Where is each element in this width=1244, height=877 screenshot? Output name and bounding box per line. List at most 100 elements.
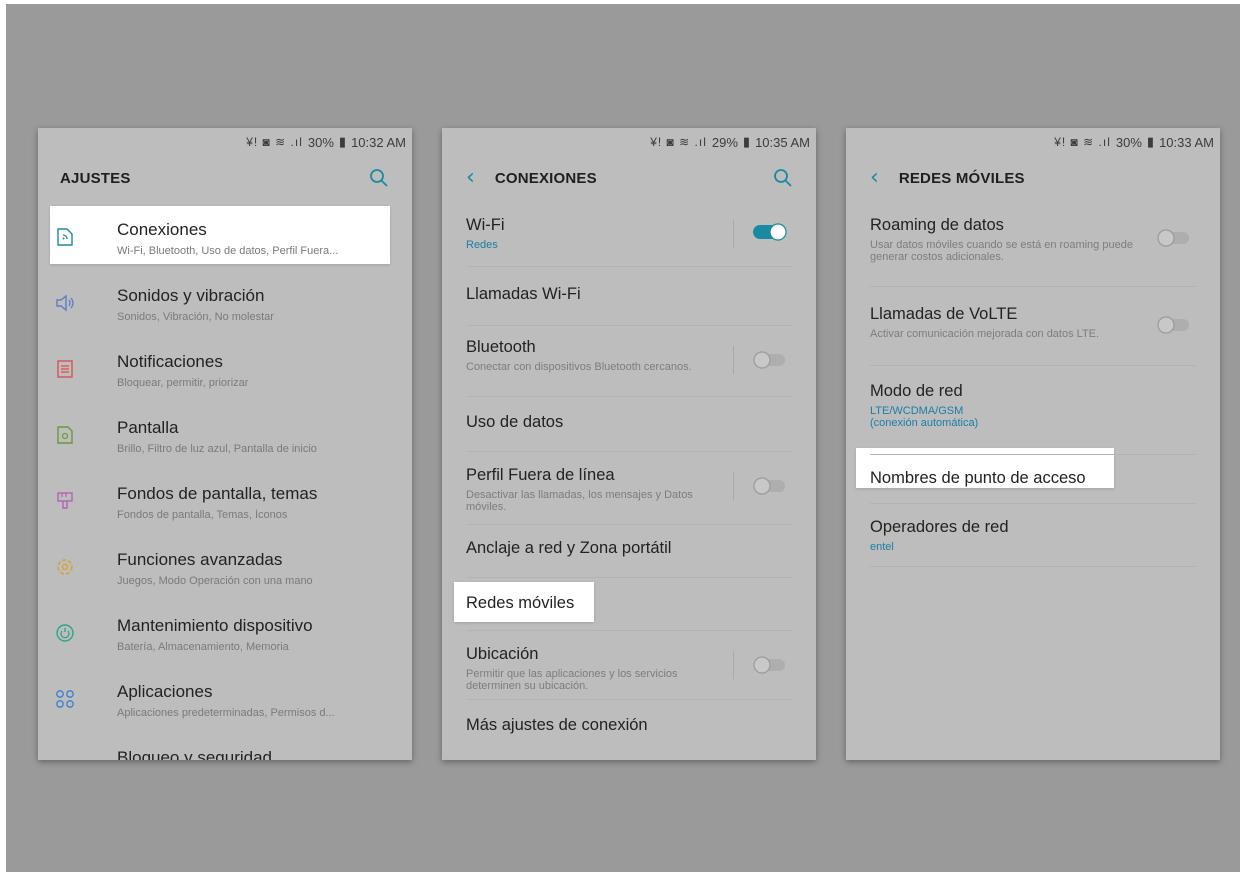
battery-percent: 29%	[711, 134, 738, 150]
status-icons: ¥! ◙ ≋ .ıl	[246, 135, 303, 149]
back-arrow-icon[interactable]: ‹	[466, 167, 475, 189]
item-title: Uso de datos	[466, 413, 564, 431]
item-value-detail: (conexión automática)	[870, 417, 979, 429]
item-title: Redes móviles	[466, 594, 575, 612]
item-title: Más ajustes de conexión	[466, 716, 648, 734]
display-icon	[57, 426, 73, 444]
item-description: Conectar con dispositivos Bluetooth cerc…	[466, 361, 692, 373]
lock-icon	[54, 754, 76, 760]
item-subtitle: Batería, Almacenamiento, Memoria	[117, 641, 289, 653]
advanced-features-icon	[57, 559, 73, 575]
item-subtitle: Sonidos, Vibración, No molestar	[117, 311, 274, 323]
app-bar: ‹ CONEXIONES	[442, 156, 816, 200]
list-item-operadores[interactable]: Operadores de red entel	[870, 504, 1196, 567]
list-item-uso-datos[interactable]: Uso de datos	[466, 397, 792, 452]
list-item-anclaje[interactable]: Anclaje a red y Zona portátil	[466, 525, 792, 578]
status-bar: ¥! ◙ ≋ .ıl 30% ▮ 10:33 AM	[846, 128, 1220, 156]
roaming-toggle[interactable]	[1156, 228, 1192, 248]
item-value: entel	[870, 541, 894, 553]
item-title: Modo de red	[870, 382, 963, 400]
settings-item-conexiones[interactable]: Conexiones Wi-Fi, Bluetooth, Uso de dato…	[38, 206, 412, 272]
page-title: CONEXIONES	[494, 169, 597, 187]
list-item-llamadas-wifi[interactable]: Llamadas Wi-Fi	[466, 267, 792, 326]
list-item-modo-red[interactable]: Modo de red LTE/WCDMA/GSM (conexión auto…	[870, 366, 1196, 455]
battery-percent: 30%	[307, 134, 334, 150]
connections-icon	[57, 228, 73, 246]
item-title: Roaming de datos	[870, 216, 1004, 234]
status-icons: ¥! ◙ ≋ .ıl	[1054, 135, 1111, 149]
back-arrow-icon[interactable]: ‹	[870, 167, 879, 189]
offline-profile-toggle[interactable]	[752, 476, 788, 496]
battery-icon: ▮	[338, 134, 347, 149]
item-title: Aplicaciones	[117, 682, 213, 701]
speaker-icon	[56, 294, 74, 312]
search-icon[interactable]	[368, 167, 390, 189]
divider	[733, 220, 734, 248]
item-title: Llamadas de VoLTE	[870, 305, 1018, 323]
divider	[733, 346, 734, 374]
item-title: Wi-Fi	[466, 216, 505, 234]
item-title: Bloqueo y seguridad	[117, 748, 273, 760]
list-item-redes-moviles[interactable]: Redes móviles	[466, 578, 792, 631]
page-title: REDES MÓVILES	[898, 169, 1025, 187]
clock: 10:32 AM	[351, 134, 406, 150]
item-subtitle: Aplicaciones predeterminadas, Permisos d…	[117, 707, 335, 719]
item-title: Nombres de punto de acceso	[870, 469, 1086, 487]
divider	[733, 651, 734, 679]
item-title: Conexiones	[117, 220, 207, 239]
item-title: Operadores de red	[870, 518, 1009, 536]
maintenance-icon	[56, 624, 74, 642]
list-item-mas-ajustes[interactable]: Más ajustes de conexión	[466, 700, 792, 754]
status-icons: ¥! ◙ ≋ .ıl	[650, 135, 707, 149]
battery-icon: ▮	[1146, 134, 1155, 149]
settings-item-notificaciones[interactable]: Notificaciones Bloquear, permitir, prior…	[38, 338, 412, 404]
item-title: Pantalla	[117, 418, 179, 437]
list-item-roaming[interactable]: Roaming de datos Usar datos móviles cuan…	[870, 206, 1196, 287]
location-toggle[interactable]	[752, 655, 788, 675]
settings-item-sonidos[interactable]: Sonidos y vibración Sonidos, Vibración, …	[38, 272, 412, 338]
item-description: Usar datos móviles cuando se está en roa…	[870, 239, 1133, 263]
settings-item-bloqueo[interactable]: Bloqueo y seguridad	[38, 734, 412, 760]
item-title: Perfil Fuera de línea	[466, 466, 615, 484]
item-status: Redes	[466, 239, 498, 251]
list-item-apn[interactable]: Nombres de punto de acceso	[870, 455, 1196, 504]
item-description: Permitir que las aplicaciones y los serv…	[466, 668, 678, 692]
item-subtitle: Juegos, Modo Operación con una mano	[117, 575, 313, 587]
settings-item-mantenimiento[interactable]: Mantenimiento dispositivo Batería, Almac…	[38, 602, 412, 668]
settings-item-funciones[interactable]: Funciones avanzadas Juegos, Modo Operaci…	[38, 536, 412, 602]
phone-settings-screen: ¥! ◙ ≋ .ıl 30% ▮ 10:32 AM AJUSTES Conexi…	[38, 128, 412, 760]
bluetooth-toggle[interactable]	[752, 350, 788, 370]
list-item-volte[interactable]: Llamadas de VoLTE Activar comunicación m…	[870, 287, 1196, 366]
item-title: Sonidos y vibración	[117, 286, 265, 305]
settings-item-aplicaciones[interactable]: Aplicaciones Aplicaciones predeterminada…	[38, 668, 412, 734]
list-item-ubicacion[interactable]: Ubicación Permitir que las aplicaciones …	[466, 631, 792, 700]
item-subtitle: Brillo, Filtro de luz azul, Pantalla de …	[117, 443, 317, 455]
apps-icon	[56, 690, 74, 708]
clock: 10:33 AM	[1159, 134, 1214, 150]
search-icon[interactable]	[772, 167, 794, 189]
list-item-perfil-fuera[interactable]: Perfil Fuera de línea Desactivar las lla…	[466, 452, 792, 525]
item-title: Anclaje a red y Zona portátil	[466, 539, 672, 557]
app-bar: ‹ REDES MÓVILES	[846, 156, 1220, 200]
app-bar: AJUSTES	[38, 156, 412, 200]
item-subtitle: Wi-Fi, Bluetooth, Uso de datos, Perfil F…	[117, 245, 339, 257]
page-title: AJUSTES	[60, 169, 131, 187]
status-bar: ¥! ◙ ≋ .ıl 29% ▮ 10:35 AM	[442, 128, 816, 156]
item-title: Bluetooth	[466, 338, 536, 356]
item-value: LTE/WCDMA/GSM	[870, 405, 964, 417]
item-title: Fondos de pantalla, temas	[117, 484, 318, 503]
list-item-wifi[interactable]: Wi-Fi Redes	[466, 200, 792, 267]
item-title: Mantenimiento dispositivo	[117, 616, 313, 635]
settings-item-fondos[interactable]: Fondos de pantalla, temas Fondos de pant…	[38, 470, 412, 536]
clock: 10:35 AM	[755, 134, 810, 150]
battery-percent: 30%	[1115, 134, 1142, 150]
settings-item-pantalla[interactable]: Pantalla Brillo, Filtro de luz azul, Pan…	[38, 404, 412, 470]
list-item-bluetooth[interactable]: Bluetooth Conectar con dispositivos Blue…	[466, 326, 792, 397]
brush-icon	[57, 492, 73, 509]
volte-toggle[interactable]	[1156, 315, 1192, 335]
status-bar: ¥! ◙ ≋ .ıl 30% ▮ 10:32 AM	[38, 128, 412, 156]
wifi-toggle[interactable]	[752, 222, 788, 242]
item-title: Notificaciones	[117, 352, 223, 371]
item-subtitle: Fondos de pantalla, Temas, Íconos	[117, 509, 288, 521]
item-title: Llamadas Wi-Fi	[466, 285, 581, 303]
